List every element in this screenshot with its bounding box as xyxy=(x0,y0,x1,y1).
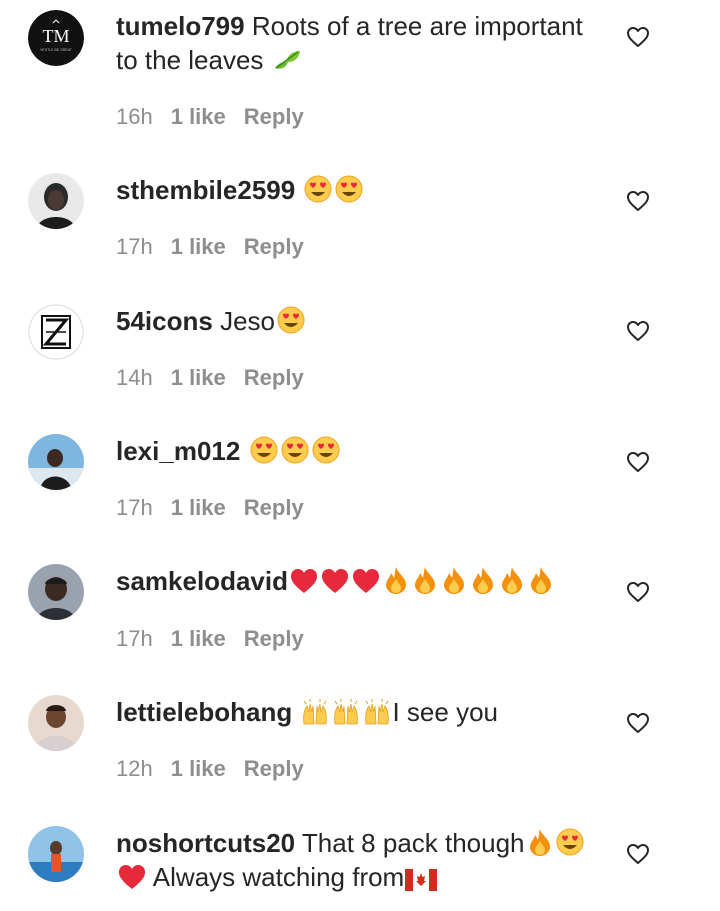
comment-username[interactable]: lettielebohang xyxy=(116,697,292,727)
avatar-logo-subtext: VESTLE BE GREAT xyxy=(40,48,73,52)
avatar[interactable] xyxy=(28,304,84,360)
comment-username[interactable]: lexi_m012 xyxy=(116,436,240,466)
comment-meta: 17h 1 like Reply xyxy=(116,234,304,260)
heart-eyes-emoji-icon xyxy=(276,305,306,335)
comment-likes[interactable]: 1 like xyxy=(171,495,226,520)
fire-emoji-icon xyxy=(498,565,526,595)
red-heart-emoji-icon xyxy=(351,567,381,595)
like-heart-icon[interactable] xyxy=(626,451,650,473)
reply-button[interactable]: Reply xyxy=(244,626,304,651)
comment-username[interactable]: 54icons xyxy=(116,306,213,336)
avatar[interactable] xyxy=(28,434,84,490)
comment-meta: 16h 1 like Reply xyxy=(116,104,304,130)
comment-meta: 17h 1 like Reply xyxy=(116,495,304,521)
comment-likes[interactable]: 1 like xyxy=(171,626,226,651)
reply-button[interactable]: Reply xyxy=(244,104,304,129)
comment-text: Jeso xyxy=(220,306,275,336)
comment-time: 14h xyxy=(116,365,153,390)
comment-text: That 8 pack though xyxy=(301,828,525,858)
avatar[interactable] xyxy=(28,564,84,620)
reply-button[interactable]: Reply xyxy=(244,756,304,781)
avatar[interactable]: TM VESTLE BE GREAT xyxy=(28,10,84,66)
comment-meta: 17h 1 like Reply xyxy=(116,626,304,652)
comment-username[interactable]: sthembile2599 xyxy=(116,175,295,205)
red-heart-emoji-icon xyxy=(289,567,319,595)
like-heart-icon[interactable] xyxy=(626,190,650,212)
heart-eyes-emoji-icon xyxy=(303,174,333,204)
heart-eyes-emoji-icon xyxy=(334,174,364,204)
comment-meta: 12h 1 like Reply xyxy=(116,756,304,782)
like-heart-icon[interactable] xyxy=(626,26,650,48)
comment-body: tumelo799 Roots of a tree are important … xyxy=(116,9,606,77)
raising-hands-emoji-icon xyxy=(331,698,361,726)
fire-emoji-icon xyxy=(527,565,555,595)
comment-text-line2: Always watching from xyxy=(152,862,405,892)
comment-meta: 14h 1 like Reply xyxy=(116,365,304,391)
reply-button[interactable]: Reply xyxy=(244,365,304,390)
red-heart-emoji-icon xyxy=(320,567,350,595)
red-heart-emoji-icon xyxy=(117,863,147,891)
comment-username[interactable]: tumelo799 xyxy=(116,11,245,41)
avatar[interactable] xyxy=(28,826,84,882)
fire-emoji-icon xyxy=(440,565,468,595)
avatar[interactable] xyxy=(28,173,84,229)
comment-username[interactable]: samkelodavid xyxy=(116,566,288,596)
reply-button[interactable]: Reply xyxy=(244,234,304,259)
comment-body: lettielebohang I see you xyxy=(116,695,606,729)
comment-username[interactable]: noshortcuts20 xyxy=(116,828,295,858)
comment-time: 17h xyxy=(116,626,153,651)
fire-emoji-icon xyxy=(469,565,497,595)
comment-body: 54icons Jeso xyxy=(116,304,606,338)
like-heart-icon[interactable] xyxy=(626,320,650,342)
comment-likes[interactable]: 1 like xyxy=(171,365,226,390)
heart-eyes-emoji-icon xyxy=(311,435,341,465)
comment-time: 12h xyxy=(116,756,153,781)
raising-hands-emoji-icon xyxy=(362,698,392,726)
comment-time: 16h xyxy=(116,104,153,129)
avatar-logo-text: TM xyxy=(43,26,70,46)
comment-body: lexi_m012 xyxy=(116,434,606,468)
comment-likes[interactable]: 1 like xyxy=(171,756,226,781)
heart-eyes-emoji-icon xyxy=(249,435,279,465)
like-heart-icon[interactable] xyxy=(626,843,650,865)
fire-emoji-icon xyxy=(526,827,554,857)
like-heart-icon[interactable] xyxy=(626,581,650,603)
fire-emoji-icon xyxy=(382,565,410,595)
comment-body: samkelodavid xyxy=(116,564,606,598)
heart-eyes-emoji-icon xyxy=(280,435,310,465)
comment-likes[interactable]: 1 like xyxy=(171,234,226,259)
canada-flag-emoji-icon xyxy=(405,869,438,891)
avatar[interactable] xyxy=(28,695,84,751)
comment-likes[interactable]: 1 like xyxy=(171,104,226,129)
comment-time: 17h xyxy=(116,234,153,259)
fire-emoji-icon xyxy=(411,565,439,595)
reply-button[interactable]: Reply xyxy=(244,495,304,520)
like-heart-icon[interactable] xyxy=(626,712,650,734)
comment-body: sthembile2599 xyxy=(116,173,606,207)
comment-text: I see you xyxy=(392,697,498,727)
comment-time: 17h xyxy=(116,495,153,520)
leaf-emoji-icon xyxy=(272,48,302,74)
heart-eyes-emoji-icon xyxy=(555,827,585,857)
raising-hands-emoji-icon xyxy=(300,698,330,726)
comment-body: noshortcuts20 That 8 pack though Always … xyxy=(116,826,606,894)
